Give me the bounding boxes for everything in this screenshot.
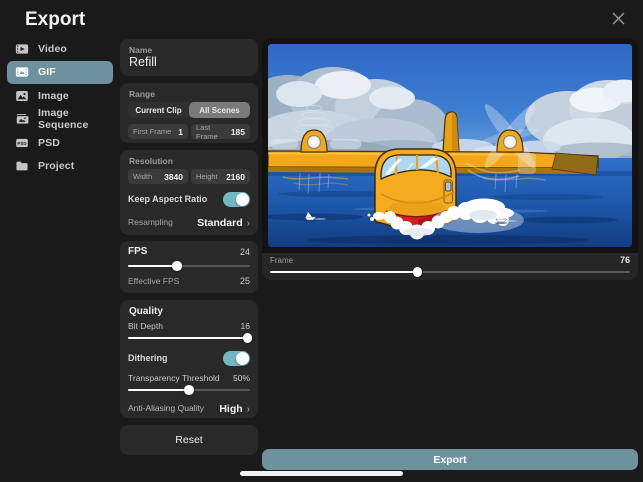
name-section-label: Name: [129, 45, 152, 55]
preview-frame: [262, 38, 638, 253]
first-frame-field[interactable]: First Frame 1: [128, 124, 188, 139]
sidebar-item-label: Image: [38, 90, 69, 102]
sidebar-item-image[interactable]: Image: [7, 84, 113, 108]
resampling-label: Resampling: [128, 217, 173, 227]
psd-icon: PSD: [15, 136, 29, 150]
video-icon: [15, 42, 29, 56]
effective-fps-value: 25: [240, 276, 250, 286]
resampling-select[interactable]: Standard ›: [197, 213, 250, 231]
gif-icon: [15, 65, 29, 79]
sidebar-item-gif[interactable]: GIF: [7, 61, 113, 85]
resampling-value: Standard: [197, 217, 243, 229]
reset-label: Reset: [175, 434, 202, 446]
last-frame-field[interactable]: Last Frame 185: [191, 124, 250, 139]
height-field[interactable]: Height 2160: [191, 169, 250, 184]
anti-aliasing-select[interactable]: High ›: [219, 399, 250, 417]
home-indicator[interactable]: [240, 471, 403, 476]
last-frame-value: 185: [231, 127, 245, 137]
sidebar-item-label: PSD: [38, 137, 60, 149]
folder-icon: [15, 159, 29, 173]
dithering-toggle[interactable]: [223, 351, 250, 366]
sidebar-item-label: Image Sequence: [38, 107, 113, 131]
dithering-label: Dithering: [128, 353, 168, 363]
export-button[interactable]: Export: [262, 449, 638, 470]
anti-aliasing-value: High: [219, 403, 242, 415]
close-icon: [611, 11, 626, 26]
transparency-threshold-label: Transparency Threshold: [128, 373, 220, 383]
fps-card: FPS 24 Effective FPS 25: [120, 241, 258, 293]
anti-aliasing-label: Anti-Aliasing Quality: [128, 403, 204, 413]
bit-depth-label: Bit Depth: [128, 321, 163, 331]
frame-slider[interactable]: [270, 267, 630, 277]
image-icon: [15, 89, 29, 103]
width-field[interactable]: Width 3840: [128, 169, 188, 184]
sidebar-item-project[interactable]: Project: [7, 155, 113, 179]
height-value: 2160: [226, 172, 245, 182]
reset-button[interactable]: Reset: [120, 425, 258, 455]
sidebar-item-label: Video: [38, 43, 67, 55]
range-section-label: Range: [129, 89, 155, 99]
first-frame-label: First Frame: [133, 127, 171, 136]
sidebar-item-psd[interactable]: PSD PSD: [7, 131, 113, 155]
height-label: Height: [196, 172, 218, 181]
range-segmented-control: Current Clip All Scenes: [128, 102, 250, 118]
first-frame-value: 1: [178, 127, 183, 137]
keep-aspect-ratio-label: Keep Aspect Ratio: [128, 194, 207, 204]
export-dialog: Export Video GIF: [0, 0, 643, 482]
last-frame-label: Last Frame: [196, 123, 231, 141]
frame-label: Frame: [270, 256, 293, 265]
fps-slider[interactable]: [128, 261, 250, 271]
width-value: 3840: [164, 172, 183, 182]
sidebar-item-label: Project: [38, 160, 74, 172]
page-title: Export: [25, 9, 85, 31]
range-card: Range Current Clip All Scenes First Fram…: [120, 83, 258, 143]
transparency-threshold-value: 50%: [233, 373, 250, 383]
fps-value: 24: [240, 247, 250, 257]
close-button[interactable]: [609, 9, 627, 27]
effective-fps-label: Effective FPS: [128, 276, 179, 286]
sidebar-item-label: GIF: [38, 66, 56, 78]
export-format-sidebar: Video GIF Image: [7, 37, 113, 178]
tail-fin: [443, 112, 459, 152]
quality-card: Quality Bit Depth 16 Dithering Transpare…: [120, 300, 258, 418]
chevron-right-icon: ›: [247, 404, 250, 415]
sidebar-item-video[interactable]: Video: [7, 37, 113, 61]
resolution-section-label: Resolution: [129, 156, 173, 166]
segment-current-clip[interactable]: Current Clip: [128, 102, 189, 118]
transparency-threshold-slider[interactable]: [128, 385, 250, 395]
width-label: Width: [133, 172, 152, 181]
resolution-card: Resolution Width 3840 Height 2160 Keep A…: [120, 150, 258, 235]
bit-depth-slider[interactable]: [128, 333, 250, 343]
export-button-label: Export: [433, 454, 466, 466]
chevron-right-icon: ›: [247, 218, 250, 229]
name-card: Name Refill: [120, 39, 258, 76]
name-input[interactable]: Refill: [129, 55, 157, 69]
preview-illustration: [268, 44, 632, 247]
segment-all-scenes[interactable]: All Scenes: [189, 102, 250, 118]
image-sequence-icon: [15, 112, 29, 126]
quality-section-label: Quality: [129, 306, 163, 317]
bit-depth-value: 16: [241, 321, 250, 331]
sidebar-item-image-sequence[interactable]: Image Sequence: [7, 108, 113, 132]
keep-aspect-ratio-toggle[interactable]: [223, 192, 250, 207]
svg-text:PSD: PSD: [17, 141, 26, 146]
frame-value: 76: [620, 255, 630, 265]
preview-panel: Frame 76: [262, 38, 638, 280]
fps-label: FPS: [128, 246, 147, 257]
